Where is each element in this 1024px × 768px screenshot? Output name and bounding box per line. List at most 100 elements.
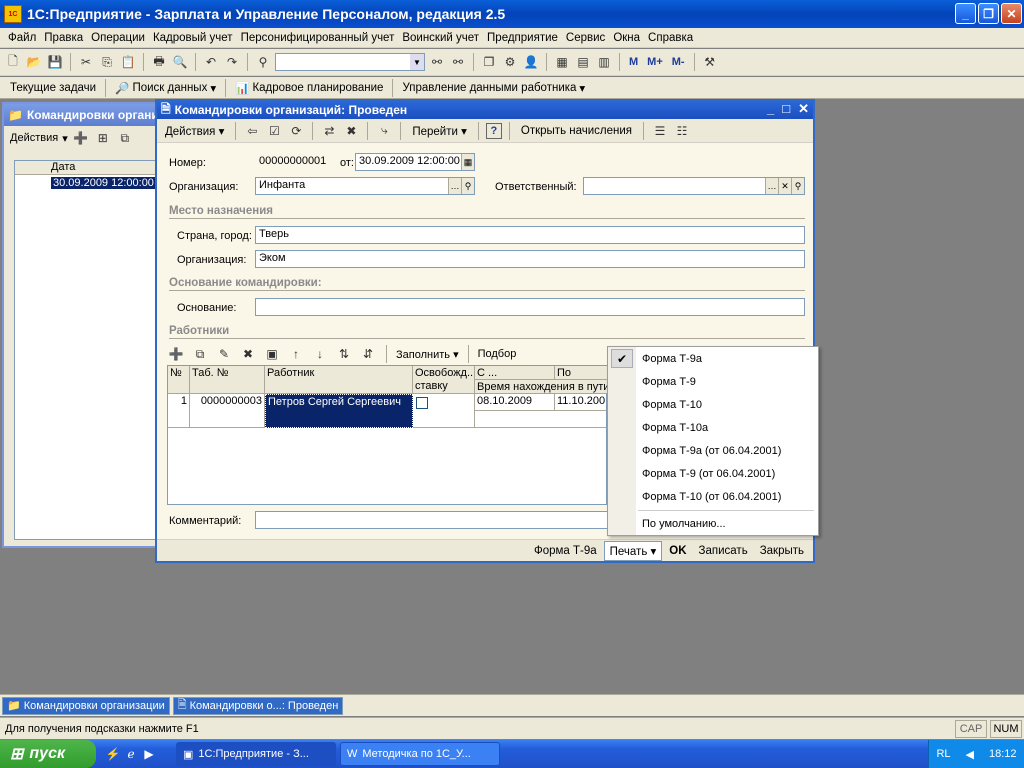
row-worker[interactable]: Петров Сергей Сергеевич	[265, 394, 413, 428]
number-field[interactable]: 00000000001	[255, 153, 333, 171]
employee-data-button[interactable]: Управление данными работника ▾	[396, 81, 591, 95]
dialog-maximize-button[interactable]: □	[782, 101, 790, 117]
menu-item-t10[interactable]: Форма Т-10	[642, 394, 702, 416]
bg-row-date[interactable]: 30.09.2009 12:00:00	[51, 177, 156, 189]
new-document-icon[interactable]: 🗋	[4, 53, 22, 71]
menu-item-t9[interactable]: Форма Т-9	[642, 371, 696, 393]
post-icon[interactable]: ⇦	[243, 122, 261, 140]
add-icon[interactable]: ➕	[72, 129, 90, 147]
menu-item-t10a[interactable]: Форма Т-10а	[642, 417, 708, 439]
bg-table[interactable]: Дата 30.09.2009 12:00:00	[14, 160, 162, 540]
user-icon[interactable]: 👤	[522, 53, 540, 71]
menu-edit[interactable]: Правка	[40, 32, 87, 44]
row-from[interactable]: 08.10.2009	[475, 394, 555, 411]
memory-minus-button[interactable]: M-	[669, 56, 688, 68]
menu-item-t10-2001[interactable]: Форма Т-10 (от 06.04.2001)	[642, 486, 781, 508]
row-to[interactable]: 11.10.200	[555, 394, 608, 411]
row-release-cell[interactable]	[413, 394, 475, 428]
copy-row-icon[interactable]: ⧉	[116, 129, 134, 147]
responsible-field[interactable]: … ✕ ⚲	[583, 177, 805, 195]
redo-icon[interactable]: ↷	[223, 53, 241, 71]
menu-service[interactable]: Сервис	[562, 32, 609, 44]
ok-button[interactable]: OK	[664, 543, 691, 559]
tab-trip-doc[interactable]: 🗎 Командировки о...: Проведен	[172, 696, 344, 715]
org-field[interactable]: Инфанта … ⚲	[255, 177, 475, 195]
print-button[interactable]: Печать ▾	[603, 540, 663, 561]
tab-trips-list[interactable]: 📁 Командировки организации	[2, 696, 170, 715]
release-checkbox[interactable]	[416, 397, 428, 409]
structure-icon[interactable]: ⇄	[320, 122, 338, 140]
taskbar-word-button[interactable]: W Методичка по 1С_У...	[340, 742, 500, 766]
taskbar-1c-button[interactable]: ▣ 1С:Предприятие - З...	[176, 742, 336, 766]
menu-help[interactable]: Справка	[644, 32, 697, 44]
current-tasks-button[interactable]: Текущие задачи	[4, 82, 102, 94]
find-prev-icon[interactable]: ⚯	[449, 53, 467, 71]
search-combo[interactable]	[275, 53, 425, 71]
col-num[interactable]: №	[168, 366, 190, 394]
delete-row-icon[interactable]: ✖	[239, 345, 257, 363]
cut-icon[interactable]: ✂	[77, 53, 95, 71]
col-from[interactable]: С ...	[475, 366, 555, 380]
dest-org-field[interactable]: Эком	[255, 250, 805, 268]
menu-item-t9-2001[interactable]: Форма Т-9 (от 06.04.2001)	[642, 463, 775, 485]
list-icon[interactable]: ☰	[651, 122, 669, 140]
save-button[interactable]: Записать	[694, 543, 753, 559]
form-label[interactable]: Форма Т-9а	[529, 543, 602, 559]
help-icon[interactable]: ?	[485, 122, 502, 139]
row-travel-time[interactable]	[475, 411, 608, 428]
table-row[interactable]: 30.09.2009 12:00:00	[15, 175, 161, 191]
goto-menu[interactable]: Перейти ▾	[408, 124, 471, 138]
add-group-icon[interactable]: ⊞	[94, 129, 112, 147]
ie-icon[interactable]: ℯ	[122, 745, 140, 763]
row-tab[interactable]: 0000000003	[190, 394, 265, 428]
config-icon[interactable]: ⚙	[501, 53, 519, 71]
search-data-button[interactable]: 🔎 Поиск данных ▾	[109, 81, 222, 95]
close-button[interactable]: Закрыть	[755, 543, 809, 559]
save-icon[interactable]: 💾	[46, 53, 64, 71]
minimize-button[interactable]: _	[955, 3, 976, 24]
unpost-icon[interactable]: ☑	[265, 122, 283, 140]
paste-icon[interactable]: 📋	[119, 53, 137, 71]
memory-button[interactable]: M	[626, 56, 641, 68]
menu-item-default[interactable]: По умолчанию...	[642, 513, 726, 535]
menu-item-t9a[interactable]: Форма Т-9а	[642, 348, 702, 370]
bg-col-date[interactable]: Дата	[15, 161, 161, 175]
bg-actions-menu[interactable]: Действия	[10, 132, 58, 144]
clipboard-icon[interactable]: ▥	[595, 53, 613, 71]
menu-operations[interactable]: Операции	[87, 32, 149, 44]
col-to[interactable]: По	[555, 366, 608, 380]
menu-file[interactable]: Файл	[4, 32, 40, 44]
reason-field[interactable]	[255, 298, 805, 316]
dialog-close-button[interactable]: ✕	[798, 101, 809, 117]
media-player-icon[interactable]: ▶	[140, 745, 158, 763]
open-accruals-button[interactable]: Открыть начисления	[517, 125, 636, 137]
menu-personal[interactable]: Персонифицированный учет	[237, 32, 399, 44]
menu-item-t9a-2001[interactable]: Форма Т-9а (от 06.04.2001)	[642, 440, 781, 462]
resp-open-icon[interactable]: ⚲	[791, 178, 804, 194]
copy-icon[interactable]: ⎘	[98, 53, 116, 71]
comment-field[interactable]	[255, 511, 615, 529]
menu-windows[interactable]: Окна	[609, 32, 644, 44]
org-select-button[interactable]: …	[448, 178, 461, 194]
refresh-icon[interactable]: ⟳	[287, 122, 305, 140]
add-row-icon[interactable]: ➕	[167, 345, 185, 363]
org-open-icon[interactable]: ⚲	[461, 178, 474, 194]
tray-arrow-icon[interactable]: ◀	[966, 748, 974, 761]
find-next-icon[interactable]: ⚯	[428, 53, 446, 71]
col-travel-time[interactable]: Время нахождения в пути	[475, 380, 608, 394]
open-icon[interactable]: 📂	[25, 53, 43, 71]
copy-row-icon[interactable]: ⧉	[191, 345, 209, 363]
country-field[interactable]: Тверь	[255, 226, 805, 244]
restore-button[interactable]: ❐	[978, 3, 999, 24]
edit-row-icon[interactable]: ✎	[215, 345, 233, 363]
workers-table[interactable]: № Таб. № Работник Освобожд... ставку С .…	[167, 365, 608, 505]
windows-icon[interactable]: ❐	[480, 53, 498, 71]
quicklaunch-icon[interactable]: ⚡	[104, 745, 122, 763]
select-button[interactable]: Подбор	[478, 348, 517, 360]
col-worker[interactable]: Работник	[265, 366, 413, 394]
menu-enterprise[interactable]: Предприятие	[483, 32, 562, 44]
preview-icon[interactable]: 🔍	[171, 53, 189, 71]
sort-asc-icon[interactable]: ⇅	[335, 345, 353, 363]
sort-desc-icon[interactable]: ⇵	[359, 345, 377, 363]
move-up-icon[interactable]: ↑	[287, 345, 305, 363]
